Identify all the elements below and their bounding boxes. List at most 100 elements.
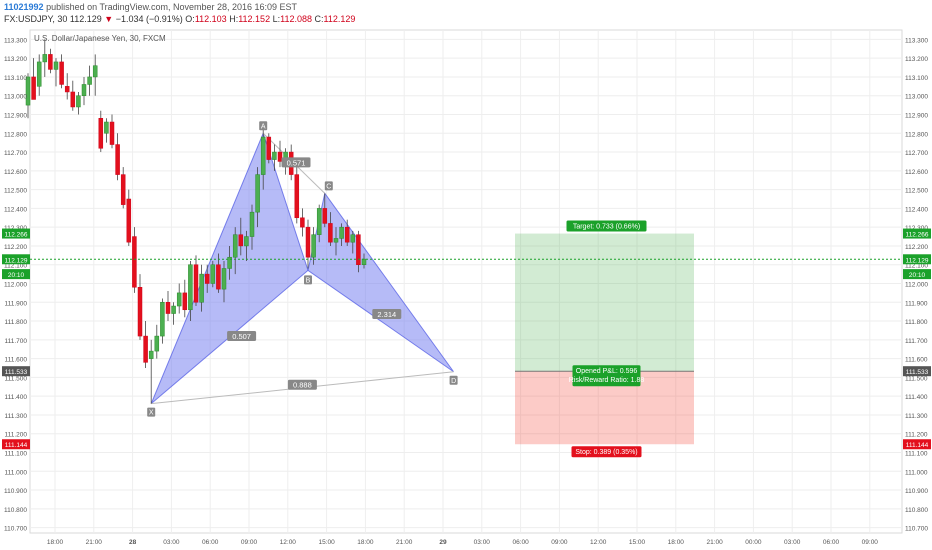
y-tick-label-right: 113.200: [905, 56, 928, 63]
y-tick-label-left: 111.800: [4, 319, 27, 326]
y-tick-label-left: 110.800: [4, 507, 27, 514]
risk-reward-text: Risk/Reward Ratio: 1.88: [569, 377, 645, 384]
price-badge-right: 111.533: [903, 366, 931, 377]
candle-body: [104, 121, 109, 134]
price-badge-text: 112.129: [905, 257, 928, 264]
candle-body: [92, 65, 98, 78]
pattern-point-a: A: [259, 121, 268, 131]
candle-body: [294, 174, 300, 219]
pattern-point-b: B: [304, 275, 312, 285]
x-tick-label: 06:00: [202, 539, 219, 546]
candle-body: [328, 223, 333, 243]
candle-body: [193, 264, 199, 303]
y-tick-label-right: 110.800: [905, 507, 928, 514]
candle-body: [216, 264, 221, 290]
price-chart[interactable]: X A B C D 0.507 0.571 2.314 0.888 Target: 0.733 (…: [0, 0, 932, 550]
x-tick-label: 29: [439, 539, 447, 546]
price-badge-right: 112.129: [903, 254, 931, 265]
candle-body: [277, 151, 283, 162]
y-tick-label-left: 113.200: [4, 56, 27, 63]
target-label-text: Target: 0.733 (0.66%): [573, 224, 640, 231]
y-tick-label-right: 111.200: [905, 432, 928, 439]
pattern-triangle-bcd: [307, 192, 455, 373]
pattern-ratio-label: 0.571: [287, 158, 306, 167]
pattern-ratio: 0.507: [227, 331, 257, 342]
candle-body: [48, 54, 53, 70]
candle-body: [137, 287, 143, 337]
y-tick-label-left: 112.800: [4, 131, 27, 138]
y-tick-label-right: 113.000: [905, 94, 928, 101]
x-tick-label: 00:00: [745, 539, 762, 546]
price-badge-text: 112.266: [905, 232, 928, 239]
x-tick-label: 03:00: [474, 539, 491, 546]
candle-body: [36, 61, 42, 87]
y-tick-label-right: 112.500: [905, 188, 928, 195]
candle-body: [132, 236, 137, 288]
pattern-point-label: A: [261, 123, 266, 130]
y-tick-label-left: 110.900: [4, 488, 27, 495]
price-badge-text: 112.266: [4, 232, 27, 239]
price-badge-left: 112.129: [2, 254, 30, 265]
candle-body: [160, 302, 165, 337]
pattern-point-label: C: [326, 183, 331, 190]
y-tick-label-right: 110.900: [905, 488, 928, 495]
y-tick-label-right: 111.100: [905, 451, 928, 458]
x-tick-label: 09:00: [862, 539, 879, 546]
y-tick-label-left: 113.300: [4, 37, 27, 44]
candle-body: [64, 86, 70, 93]
y-tick-label-right: 110.700: [905, 526, 928, 533]
target-label: Target: 0.733 (0.66%): [566, 220, 647, 232]
y-tick-label-left: 111.000: [4, 469, 27, 476]
price-badge-left: 20:10: [2, 269, 30, 280]
candle-body: [148, 350, 154, 359]
y-tick-label-right: 112.600: [905, 169, 928, 176]
candle-body: [244, 236, 249, 247]
price-badge-right: 20:10: [903, 269, 931, 280]
y-tick-label-right: 111.600: [905, 357, 928, 364]
candle-body: [120, 174, 126, 205]
y-tick-label-left: 111.300: [4, 413, 27, 420]
chart-title: U.S. Dollar/Japanese Yen, 30, FXCM: [34, 34, 166, 43]
candle-body: [356, 234, 361, 265]
candle-body: [266, 136, 272, 160]
x-tick-label: 12:00: [280, 539, 297, 546]
x-tick-label: 06:00: [823, 539, 840, 546]
candle-body: [176, 292, 182, 307]
candle-body: [126, 198, 132, 243]
pattern-point-label: B: [306, 277, 311, 284]
pattern-ratio: 0.888: [287, 379, 317, 390]
y-tick-label-right: 111.400: [905, 394, 928, 401]
candle-body: [115, 144, 120, 175]
price-badge-right: 111.144: [903, 439, 931, 450]
y-tick-label-right: 112.000: [905, 282, 928, 289]
opened-label-text: Opened P&L: 0.596: [576, 368, 638, 375]
opened-label: Opened P&L: 0.596 Risk/Reward Ratio: 1.88: [569, 365, 645, 387]
candle-body: [171, 305, 176, 314]
candle-body: [87, 76, 92, 85]
y-tick-label-right: 112.400: [905, 206, 928, 213]
candle-body: [344, 226, 350, 243]
target-zone: [515, 233, 694, 372]
pattern-point-c: C: [324, 181, 333, 191]
candle-body: [204, 273, 210, 284]
x-tick-label: 09:00: [551, 539, 568, 546]
candle-body: [154, 335, 160, 352]
y-tick-label-left: 112.500: [4, 188, 27, 195]
x-tick-label: 12:00: [590, 539, 607, 546]
candle-body: [316, 208, 322, 235]
price-badge-left: 112.266: [2, 228, 30, 239]
y-tick-label-right: 112.900: [905, 113, 928, 120]
y-tick-label-left: 111.500: [4, 375, 27, 382]
candle-body: [238, 234, 244, 247]
candle-body: [42, 54, 48, 63]
y-tick-label-left: 113.000: [4, 94, 27, 101]
candle-body: [333, 238, 339, 243]
x-tick-label: 09:00: [241, 539, 258, 546]
candle-body: [109, 121, 115, 145]
pattern-ratio-label: 2.314: [377, 310, 396, 319]
price-badge-left: 111.144: [2, 439, 30, 450]
candle-body: [361, 258, 367, 265]
pattern-point-x: X: [147, 407, 156, 417]
x-tick-label: 18:00: [357, 539, 374, 546]
y-tick-label-right: 112.200: [905, 244, 928, 251]
